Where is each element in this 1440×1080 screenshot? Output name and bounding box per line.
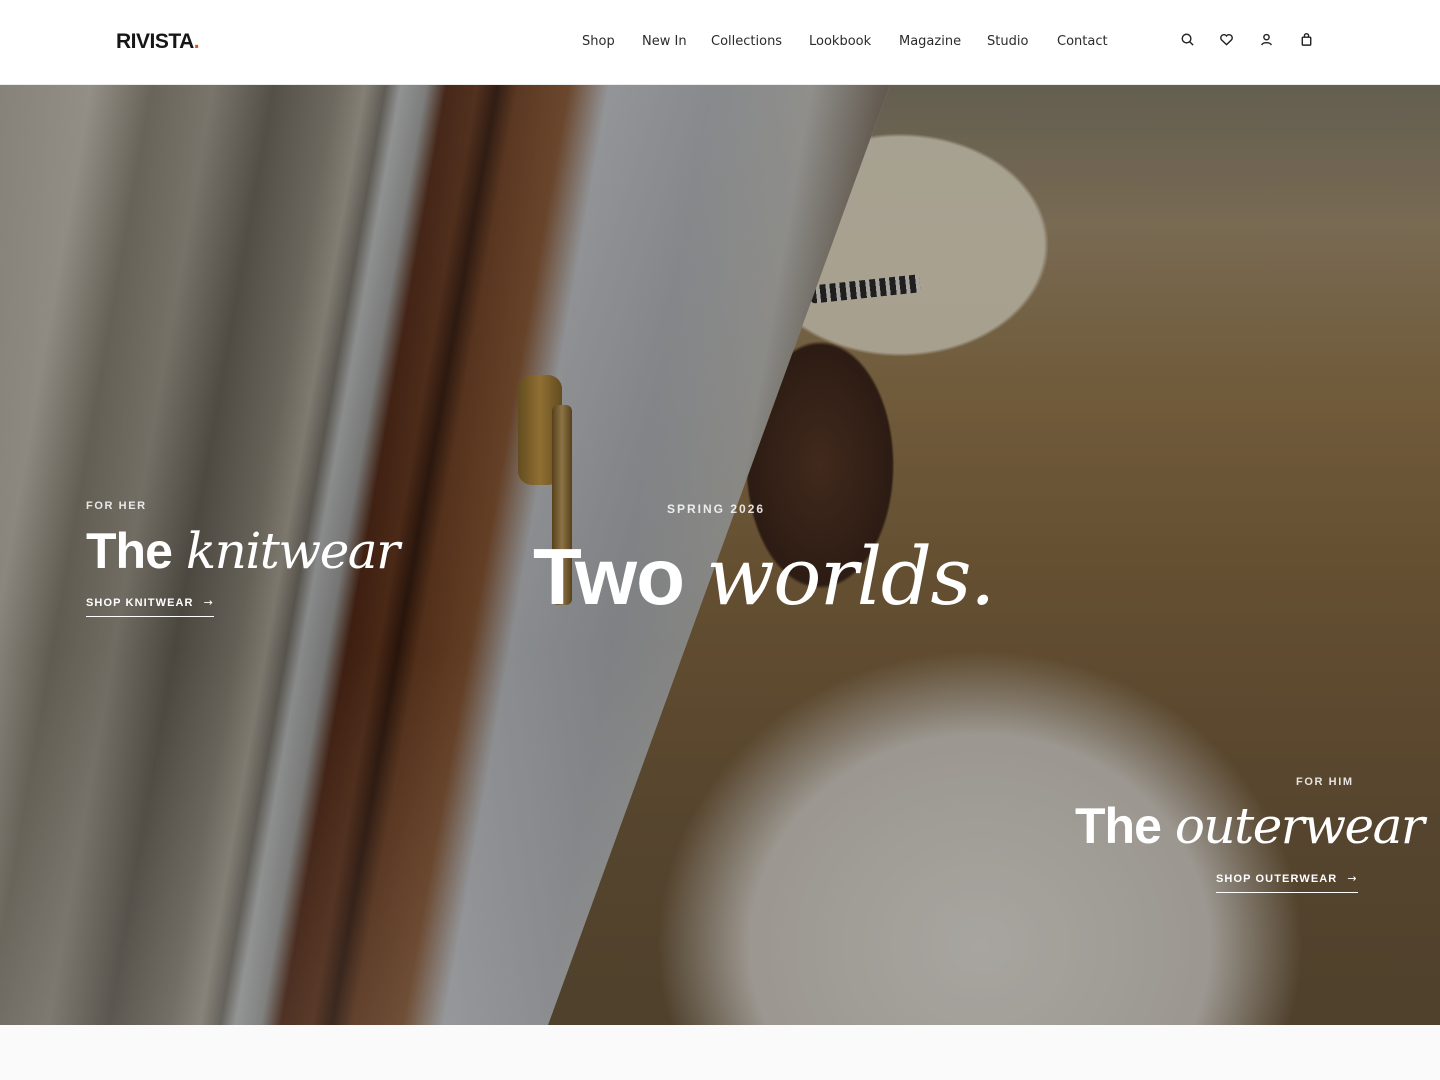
shop-outerwear-label: SHOP OUTERWEAR [1216,872,1338,885]
nav-magazine[interactable]: Magazine [899,33,961,51]
site-header: RIVISTA. Shop New In Collections Lookboo… [0,0,1440,85]
arrow-right-icon: → [1347,872,1358,885]
nav-studio[interactable]: Studio [987,33,1028,51]
hero-title-serif: worlds. [706,530,995,623]
him-title: The outerwear [1075,798,1425,854]
shop-knitwear-label: SHOP KNITWEAR [86,596,194,609]
her-eyebrow: FOR HER [86,500,147,512]
hero-title: Two worlds. [533,537,995,617]
him-eyebrow: FOR HIM [1296,776,1354,788]
nav-lookbook[interactable]: Lookbook [809,33,871,51]
hero-split: SPRING 2026 Two worlds. FOR HER The knit… [0,85,1440,1025]
user-icon[interactable] [1257,30,1275,48]
below-hero-section [0,1025,1440,1080]
hero-title-sans: Two [533,532,685,621]
her-title-serif: knitwear [185,522,400,580]
hero-eyebrow: SPRING 2026 [667,502,766,516]
nav-collections[interactable]: Collections [711,33,782,51]
her-title: The knitwear [86,523,400,579]
nav-contact[interactable]: Contact [1057,33,1108,51]
her-title-sans: The [86,523,173,579]
search-icon[interactable] [1178,30,1196,48]
him-title-sans: The [1075,798,1162,854]
nav-shop[interactable]: Shop [582,33,615,51]
shop-outerwear-link[interactable]: SHOP OUTERWEAR → [1216,872,1358,893]
him-title-serif: outerwear [1174,797,1425,855]
nav-new-in[interactable]: New In [642,33,687,51]
bag-icon[interactable] [1297,30,1315,48]
arrow-right-icon: → [203,596,214,609]
shop-knitwear-link[interactable]: SHOP KNITWEAR → [86,596,214,617]
heart-icon[interactable] [1217,30,1235,48]
